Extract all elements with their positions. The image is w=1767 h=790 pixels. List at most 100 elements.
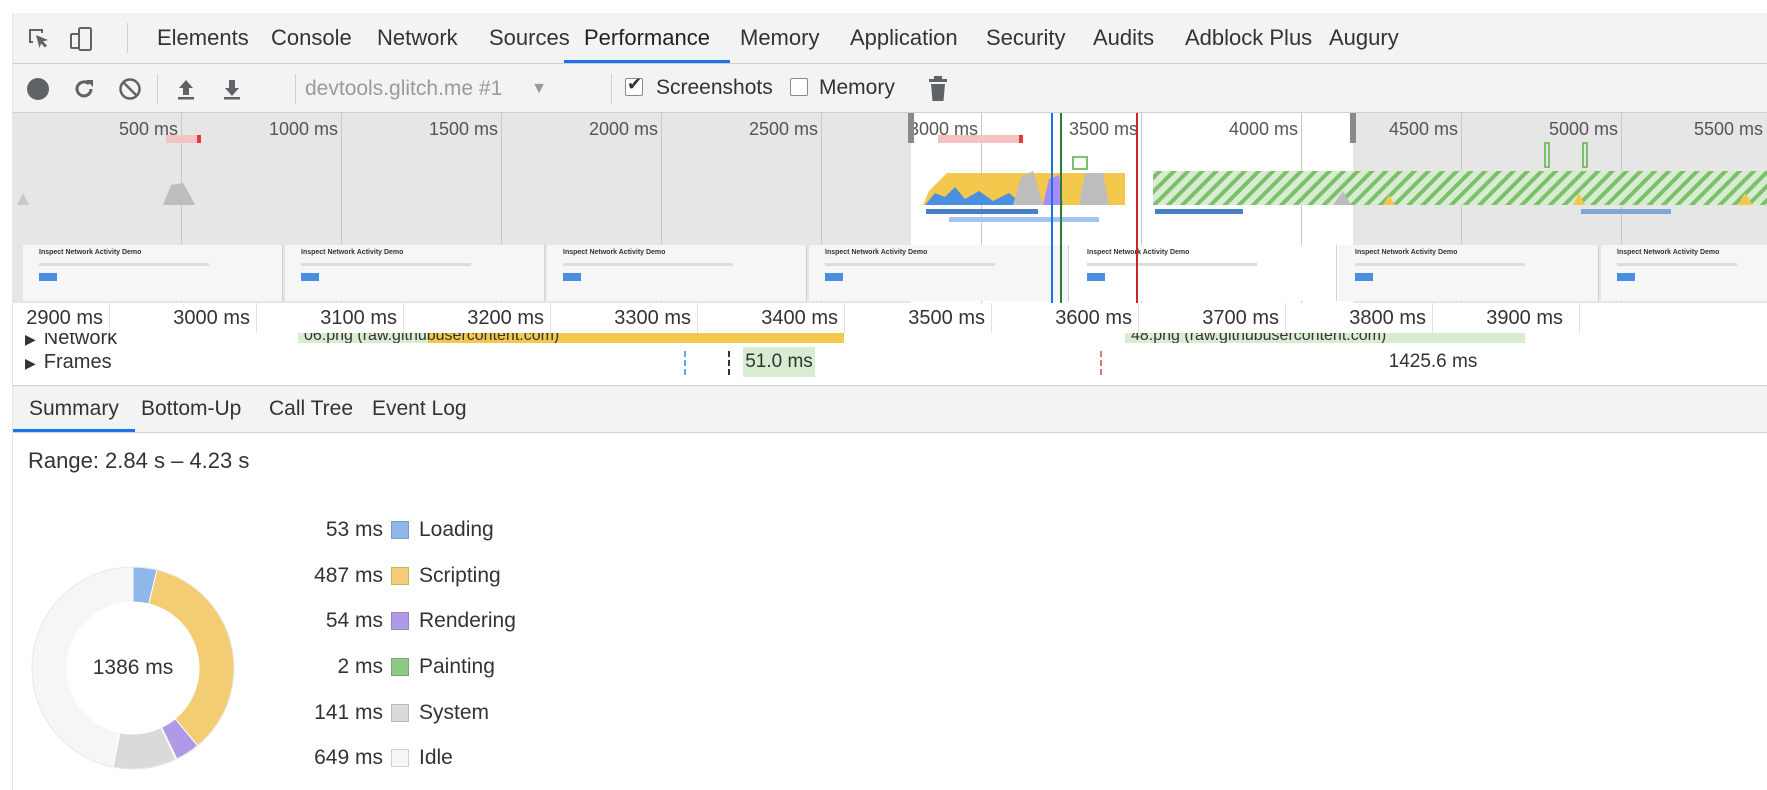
timeline-overview[interactable]: 500 ms 1000 ms 1500 ms 2000 ms 2500 ms 3… [13, 113, 1767, 303]
screenshot-thumbnail[interactable]: Inspect Network Activity Demo [23, 245, 283, 301]
frame-marker [1100, 351, 1103, 375]
toolbar-separator [295, 74, 296, 104]
legend-label: Scripting [419, 564, 501, 587]
toolbar-separator [157, 74, 158, 104]
tab-event-log[interactable]: Event Log [356, 386, 483, 432]
thumbnail-button [825, 273, 843, 281]
ruler-tick-label: 3800 ms [1349, 307, 1426, 329]
reload-icon[interactable] [69, 74, 99, 104]
tab-security[interactable]: Security [966, 13, 1085, 63]
thumbnail-title: Inspect Network Activity Demo [1087, 249, 1190, 256]
screenshot-thumbnail[interactable]: Inspect Network Activity Demo [285, 245, 545, 301]
network-request-bar[interactable]: 06.png (raw.githubusercontent.com) [298, 333, 844, 343]
frame-marker [728, 351, 731, 375]
tab-augury[interactable]: Augury [1309, 13, 1419, 63]
legend-value: 2 ms [337, 655, 383, 678]
network-request-bar[interactable]: 48.png (raw.githubusercontent.com) [1125, 333, 1525, 343]
legend-label: Rendering [419, 609, 516, 632]
thumbnail-text [39, 263, 209, 266]
legend-swatch-loading [391, 521, 409, 539]
selection-left-handle[interactable] [908, 113, 914, 143]
tab-bottom-up[interactable]: Bottom-Up [125, 386, 257, 432]
legend-value: 141 ms [314, 701, 383, 724]
frame-marker [684, 351, 687, 375]
thumbnail-button [1087, 273, 1105, 281]
tab-network[interactable]: Network [357, 13, 478, 63]
main-tab-bar: Elements Console Network Sources Perform… [13, 13, 1767, 64]
ruler-tick-label: 3500 ms [908, 307, 985, 329]
save-profile-icon[interactable] [217, 74, 247, 104]
legend-swatch-rendering [391, 612, 409, 630]
screenshot-thumbnail[interactable]: Inspect Network Activity Demo [547, 245, 807, 301]
screenshot-strip: Inspect Network Activity Demo Inspect Ne… [13, 245, 1767, 301]
legend-row-loading: 53 ms Loading [283, 515, 623, 545]
load-marker [1136, 113, 1138, 303]
ruler-tick-label: 2900 ms [26, 307, 103, 329]
thumbnail-text [1087, 263, 1257, 266]
ruler-tick-label: 3700 ms [1202, 307, 1279, 329]
summary-pie-chart: 1386 ms [28, 563, 238, 773]
thumbnail-button [563, 273, 581, 281]
expand-triangle-icon[interactable]: ▶ [25, 355, 36, 371]
memory-checkbox[interactable] [790, 78, 808, 96]
screenshots-checkbox[interactable] [625, 74, 643, 96]
legend-swatch-system [391, 704, 409, 722]
tab-summary[interactable]: Summary [13, 386, 135, 432]
expand-triangle-icon[interactable]: ▶ [25, 333, 36, 347]
thumbnail-title: Inspect Network Activity Demo [1617, 249, 1720, 256]
ruler-tick-label: 3400 ms [761, 307, 838, 329]
tab-bar-separator [127, 23, 128, 53]
tab-adblock-plus[interactable]: Adblock Plus [1165, 13, 1332, 63]
device-toolbar-icon[interactable] [67, 25, 95, 53]
screenshot-thumbnail[interactable]: Inspect Network Activity Demo [1339, 245, 1599, 301]
ruler-tick-label: 3100 ms [320, 307, 397, 329]
thumbnail-button [1355, 273, 1373, 281]
legend-label: Loading [419, 518, 494, 541]
thumbnail-text [825, 263, 995, 266]
legend-value: 54 ms [325, 609, 383, 632]
inspect-element-icon[interactable] [25, 25, 53, 53]
screenshot-thumbnail[interactable]: Inspect Network Activity Demo [1071, 245, 1337, 301]
tab-elements[interactable]: Elements [137, 13, 269, 63]
thumbnail-button [1617, 273, 1635, 281]
screenshots-label: Screenshots [656, 76, 773, 99]
chevron-down-icon: ▼ [531, 80, 547, 97]
screenshot-thumbnail[interactable]: Inspect Network Activity Demo [1601, 245, 1767, 301]
legend-label: System [419, 701, 490, 724]
network-track[interactable]: ▶ Network 06.png (raw.githubusercontent.c… [13, 333, 1767, 347]
summary-total: 1386 ms [92, 656, 174, 679]
legend-row-scripting: 487 ms Scripting [283, 561, 623, 591]
load-profile-icon[interactable] [171, 74, 201, 104]
tab-performance[interactable]: Performance [564, 13, 730, 63]
details-tab-bar: Summary Bottom-Up Call Tree Event Log [13, 385, 1767, 433]
tab-application[interactable]: Application [830, 13, 978, 63]
tab-console[interactable]: Console [251, 13, 372, 63]
thumbnail-text [301, 263, 471, 266]
tab-memory[interactable]: Memory [720, 13, 839, 63]
frames-track[interactable]: ▶ Frames 51.0 ms 1425.6 ms [13, 347, 1767, 385]
network-request-name: 06.png (raw.githubusercontent.com) [304, 333, 560, 343]
thumbnail-title: Inspect Network Activity Demo [39, 249, 142, 256]
frame-duration-box[interactable]: 51.0 ms [743, 347, 815, 377]
memory-label: Memory [819, 76, 895, 99]
record-icon[interactable] [23, 74, 53, 104]
cpu-activity-graph [17, 135, 1767, 222]
trash-icon[interactable] [923, 74, 953, 104]
legend-label: Idle [419, 746, 453, 769]
thumbnail-button [301, 273, 319, 281]
detail-tracks: ▶ Network 06.png (raw.githubusercontent.c… [13, 333, 1767, 385]
clear-icon[interactable] [115, 74, 145, 104]
profile-select[interactable]: devtools.glitch.me #1 ▼ [305, 74, 555, 104]
frame-duration-box[interactable]: 1425.6 ms [1383, 347, 1483, 377]
legend-value: 649 ms [314, 746, 383, 769]
selection-right-handle[interactable] [1350, 113, 1356, 143]
legend-label: Painting [419, 655, 495, 678]
network-request-name: 48.png (raw.githubusercontent.com) [1131, 333, 1387, 343]
tab-call-tree[interactable]: Call Tree [253, 386, 369, 432]
screenshot-thumbnail[interactable]: Inspect Network Activity Demo [809, 245, 1069, 301]
ruler-tick-label: 3300 ms [614, 307, 691, 329]
tab-audits[interactable]: Audits [1073, 13, 1174, 63]
ruler-tick-label: 3900 ms [1486, 307, 1563, 329]
legend-row-painting: 2 ms Painting [283, 652, 623, 682]
ruler-tick-label: 3600 ms [1055, 307, 1132, 329]
